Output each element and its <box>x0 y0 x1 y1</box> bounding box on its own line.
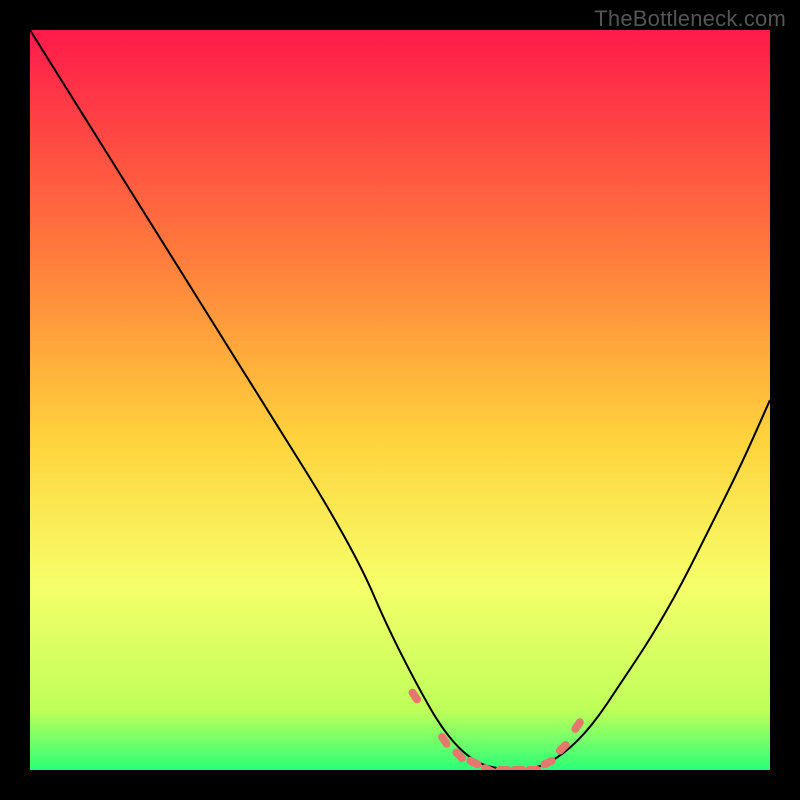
optimum-marker <box>525 766 541 770</box>
chart-container: TheBottleneck.com <box>0 0 800 800</box>
chart-svg <box>30 30 770 770</box>
optimum-marker <box>510 766 526 770</box>
watermark-text: TheBottleneck.com <box>594 6 786 32</box>
optimum-marker <box>496 766 512 770</box>
gradient-background <box>30 30 770 770</box>
plot-area <box>30 30 770 770</box>
